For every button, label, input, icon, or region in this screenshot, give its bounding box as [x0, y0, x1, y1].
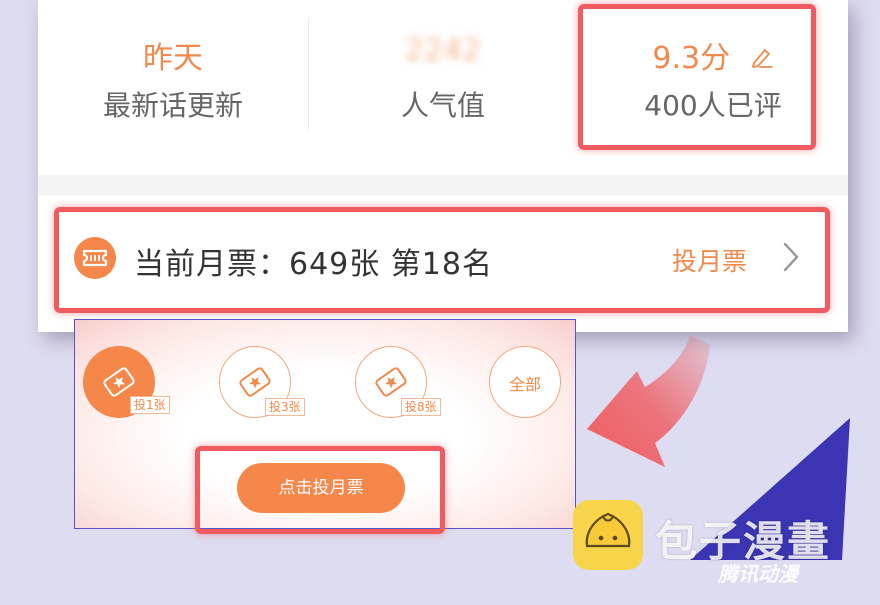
stat-update: 昨天 最新话更新 — [38, 0, 308, 150]
rating-highlight-box — [578, 4, 816, 150]
stat-update-label: 最新话更新 — [102, 89, 243, 122]
ticket-highlight-box — [54, 207, 830, 313]
watermark-subtext: 腾讯动漫 — [718, 562, 798, 586]
vote-option-8-badge: 投8张 — [401, 398, 441, 416]
stat-popularity-value: 2242 — [404, 33, 482, 68]
vote-option-1-badge: 投1张 — [130, 396, 170, 414]
vote-option-3-badge: 投3张 — [265, 398, 305, 416]
vote-button-highlight-box — [195, 446, 445, 534]
stat-popularity-label: 人气值 — [400, 89, 485, 122]
stat-popularity: 2242 人气值 — [308, 0, 578, 150]
vote-option-all[interactable]: 全部 — [489, 346, 561, 418]
bun-logo-icon — [573, 500, 643, 570]
section-separator — [38, 175, 848, 195]
vote-option-all-label: 全部 — [508, 375, 541, 394]
stat-update-value: 昨天 — [143, 41, 203, 76]
